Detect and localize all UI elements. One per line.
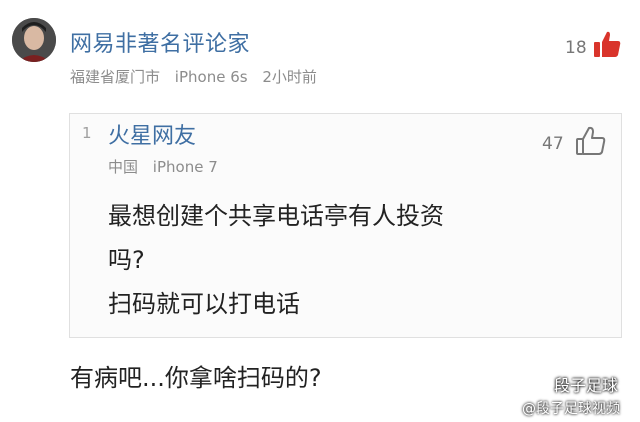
- comment-meta: 福建省厦门市 iPhone 6s 2小时前: [70, 66, 327, 87]
- wechat-icon: [528, 374, 548, 390]
- quoted-text: 最想创建个共享电话亭有人投资 吗? 扫码就可以打电话: [108, 194, 588, 326]
- watermark: 段子足球 @段子足球视频: [488, 372, 638, 420]
- quoted-text-line: 扫码就可以打电话: [108, 290, 300, 318]
- reply-text: 有病吧...你拿啥扫码的?: [70, 364, 322, 392]
- comment-username[interactable]: 网易非著名评论家: [70, 26, 250, 58]
- quoted-location: 中国: [108, 158, 139, 176]
- comment-screenshot: 网易非著名评论家 福建省厦门市 iPhone 6s 2小时前 18 1 火星网友…: [0, 0, 640, 422]
- thumbs-up-outline-icon[interactable]: [574, 124, 608, 158]
- thumbs-up-filled-icon[interactable]: [591, 28, 623, 60]
- weibo-icon: [498, 399, 517, 414]
- quoted-text-line: 吗?: [108, 246, 145, 274]
- avatar-image: [12, 18, 56, 62]
- comment-device: iPhone 6s: [174, 68, 248, 86]
- comment-time: 2小时前: [262, 68, 317, 86]
- quoted-like-count: 47: [542, 134, 564, 154]
- floor-number: 1: [82, 124, 92, 142]
- quoted-device: iPhone 7: [152, 158, 218, 176]
- watermark-title: 段子足球: [554, 376, 619, 395]
- avatar[interactable]: [12, 18, 56, 62]
- quoted-username[interactable]: 火星网友: [108, 118, 196, 150]
- quoted-meta: 中国 iPhone 7: [108, 156, 228, 177]
- watermark-handle: @段子足球视频: [522, 401, 620, 417]
- quoted-text-line: 最想创建个共享电话亭有人投资: [108, 202, 444, 230]
- comment-like-count: 18: [565, 38, 587, 58]
- comment-location: 福建省厦门市: [70, 68, 161, 86]
